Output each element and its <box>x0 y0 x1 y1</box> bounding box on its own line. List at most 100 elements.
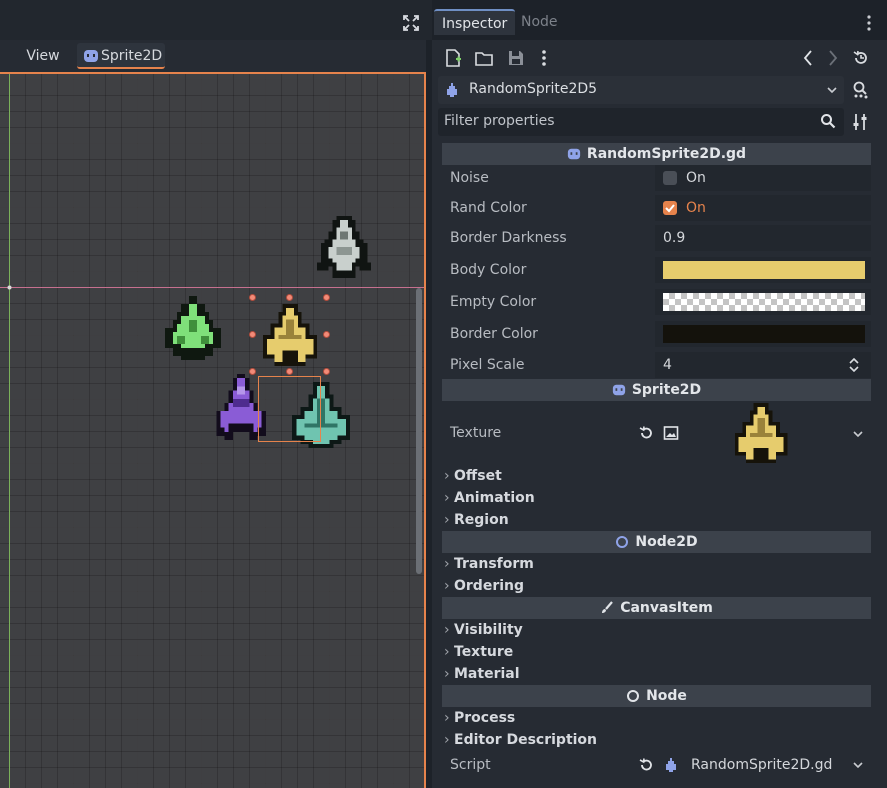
chevron-down-icon[interactable] <box>852 429 864 439</box>
rand-color-toggle[interactable]: On <box>655 195 871 221</box>
category-editor-description[interactable]: › Editor Description <box>444 729 597 751</box>
random-sprite-icon <box>447 83 457 97</box>
prop-rand-color: Rand Color On <box>442 193 871 223</box>
section-canvasitem[interactable]: CanvasItem <box>442 597 871 619</box>
prop-label: Border Darkness <box>450 230 567 246</box>
category-region[interactable]: › Region <box>444 509 509 531</box>
prop-border-darkness: Border Darkness 0.9 <box>442 223 871 253</box>
view-menu-button[interactable]: View <box>20 43 66 69</box>
spinner-arrows-icon[interactable] <box>848 358 860 372</box>
filter-properties-input[interactable]: Filter properties <box>438 108 844 136</box>
checkbox-icon[interactable] <box>663 171 677 185</box>
prop-texture: Texture <box>442 402 871 464</box>
script-icon <box>84 50 98 62</box>
resize-handle[interactable] <box>249 294 256 301</box>
resize-handle[interactable] <box>286 294 293 301</box>
search-icon <box>821 114 836 129</box>
sprite2d-tab[interactable]: Sprite2D <box>77 43 165 69</box>
section-node[interactable]: Node <box>442 685 871 707</box>
revert-icon[interactable] <box>638 425 654 441</box>
prop-value: 4 <box>663 357 672 373</box>
category-label: Editor Description <box>454 732 598 748</box>
object-history-icon[interactable] <box>851 80 871 100</box>
script-icon <box>567 148 581 160</box>
category-label: Process <box>454 710 516 726</box>
category-label: Material <box>454 666 520 682</box>
selection-rect <box>258 376 321 442</box>
category-material[interactable]: › Material <box>444 663 520 685</box>
section-canvasitem-title: CanvasItem <box>620 600 713 616</box>
category-transform[interactable]: › Transform <box>444 553 534 575</box>
viewport-toolbar: View Sprite2D <box>0 40 432 72</box>
color-swatch[interactable] <box>663 261 865 279</box>
category-label: Visibility <box>454 622 523 638</box>
object-selector[interactable]: RandomSprite2D5 <box>438 76 844 104</box>
script-resource-name[interactable]: RandomSprite2D.gd <box>691 750 832 780</box>
resize-handle[interactable] <box>249 368 256 375</box>
tab-inspector[interactable]: Inspector <box>434 9 516 35</box>
gray-ship-sprite[interactable] <box>316 216 372 278</box>
chevron-right-icon[interactable] <box>827 49 839 67</box>
editor-top-bar <box>0 0 432 40</box>
y-axis-line <box>9 74 10 788</box>
prop-label: Texture <box>450 425 502 441</box>
revert-icon[interactable] <box>638 757 654 773</box>
image-icon[interactable] <box>663 425 679 441</box>
checkbox-label: On <box>686 170 706 186</box>
resize-handle[interactable] <box>249 331 256 338</box>
history-icon[interactable] <box>852 49 870 67</box>
resize-handle[interactable] <box>323 294 330 301</box>
prop-label: Noise <box>450 170 489 186</box>
fullscreen-icon[interactable] <box>403 15 419 31</box>
section-sprite2d[interactable]: Sprite2D <box>442 379 871 401</box>
kebab-icon[interactable] <box>540 49 548 67</box>
category-animation[interactable]: › Animation <box>444 487 535 509</box>
checkbox-checked-icon[interactable] <box>663 201 677 215</box>
empty-color-picker[interactable] <box>655 289 871 315</box>
yellow-ship-sprite[interactable] <box>261 304 319 366</box>
section-script-title: RandomSprite2D.gd <box>586 146 747 162</box>
category-label: Transform <box>454 556 534 572</box>
pixel-scale-spinbox[interactable]: 4 <box>655 352 871 378</box>
new-resource-icon[interactable] <box>444 49 462 67</box>
prop-label: Script <box>450 757 491 773</box>
prop-value: 0.9 <box>663 230 686 246</box>
prop-border-color: Border Color <box>442 319 871 349</box>
body-color-picker[interactable] <box>655 257 871 283</box>
category-label: Animation <box>454 490 535 506</box>
category-process[interactable]: › Process <box>444 707 515 729</box>
resize-handle[interactable] <box>323 331 330 338</box>
chevron-left-icon[interactable] <box>802 49 814 67</box>
color-swatch[interactable] <box>663 325 865 343</box>
category-texture[interactable]: › Texture <box>444 641 513 663</box>
prop-label: Empty Color <box>450 294 537 310</box>
checkbox-label: On <box>686 200 706 216</box>
noise-toggle[interactable]: On <box>655 165 871 191</box>
tab-node[interactable]: Node <box>513 9 566 35</box>
resize-handle[interactable] <box>323 368 330 375</box>
canvas-viewport[interactable] <box>0 72 426 788</box>
category-offset[interactable]: › Offset <box>444 465 502 487</box>
prop-body-color: Body Color <box>442 255 871 285</box>
section-node-title: Node <box>646 688 687 704</box>
section-node2d[interactable]: Node2D <box>442 531 871 553</box>
section-script[interactable]: RandomSprite2D.gd <box>442 143 871 165</box>
category-ordering[interactable]: › Ordering <box>444 575 524 597</box>
chevron-down-icon[interactable] <box>852 760 864 770</box>
kebab-icon[interactable] <box>866 14 872 32</box>
category-label: Texture <box>454 644 514 660</box>
color-swatch[interactable] <box>663 293 865 311</box>
green-ship-sprite[interactable] <box>164 296 222 360</box>
border-color-picker[interactable] <box>655 321 871 347</box>
viewport-vscrollbar[interactable] <box>416 288 422 574</box>
texture-preview[interactable] <box>734 403 788 463</box>
prop-pixel-scale: Pixel Scale 4 <box>442 350 871 380</box>
border-darkness-field[interactable]: 0.9 <box>655 225 871 251</box>
folder-icon[interactable] <box>475 49 493 67</box>
tools-icon[interactable] <box>851 112 871 132</box>
save-icon[interactable] <box>507 49 525 67</box>
prop-noise: Noise On <box>442 163 871 193</box>
sprite2d-icon <box>612 384 625 396</box>
category-visibility[interactable]: › Visibility <box>444 619 523 641</box>
resize-handle[interactable] <box>286 368 293 375</box>
